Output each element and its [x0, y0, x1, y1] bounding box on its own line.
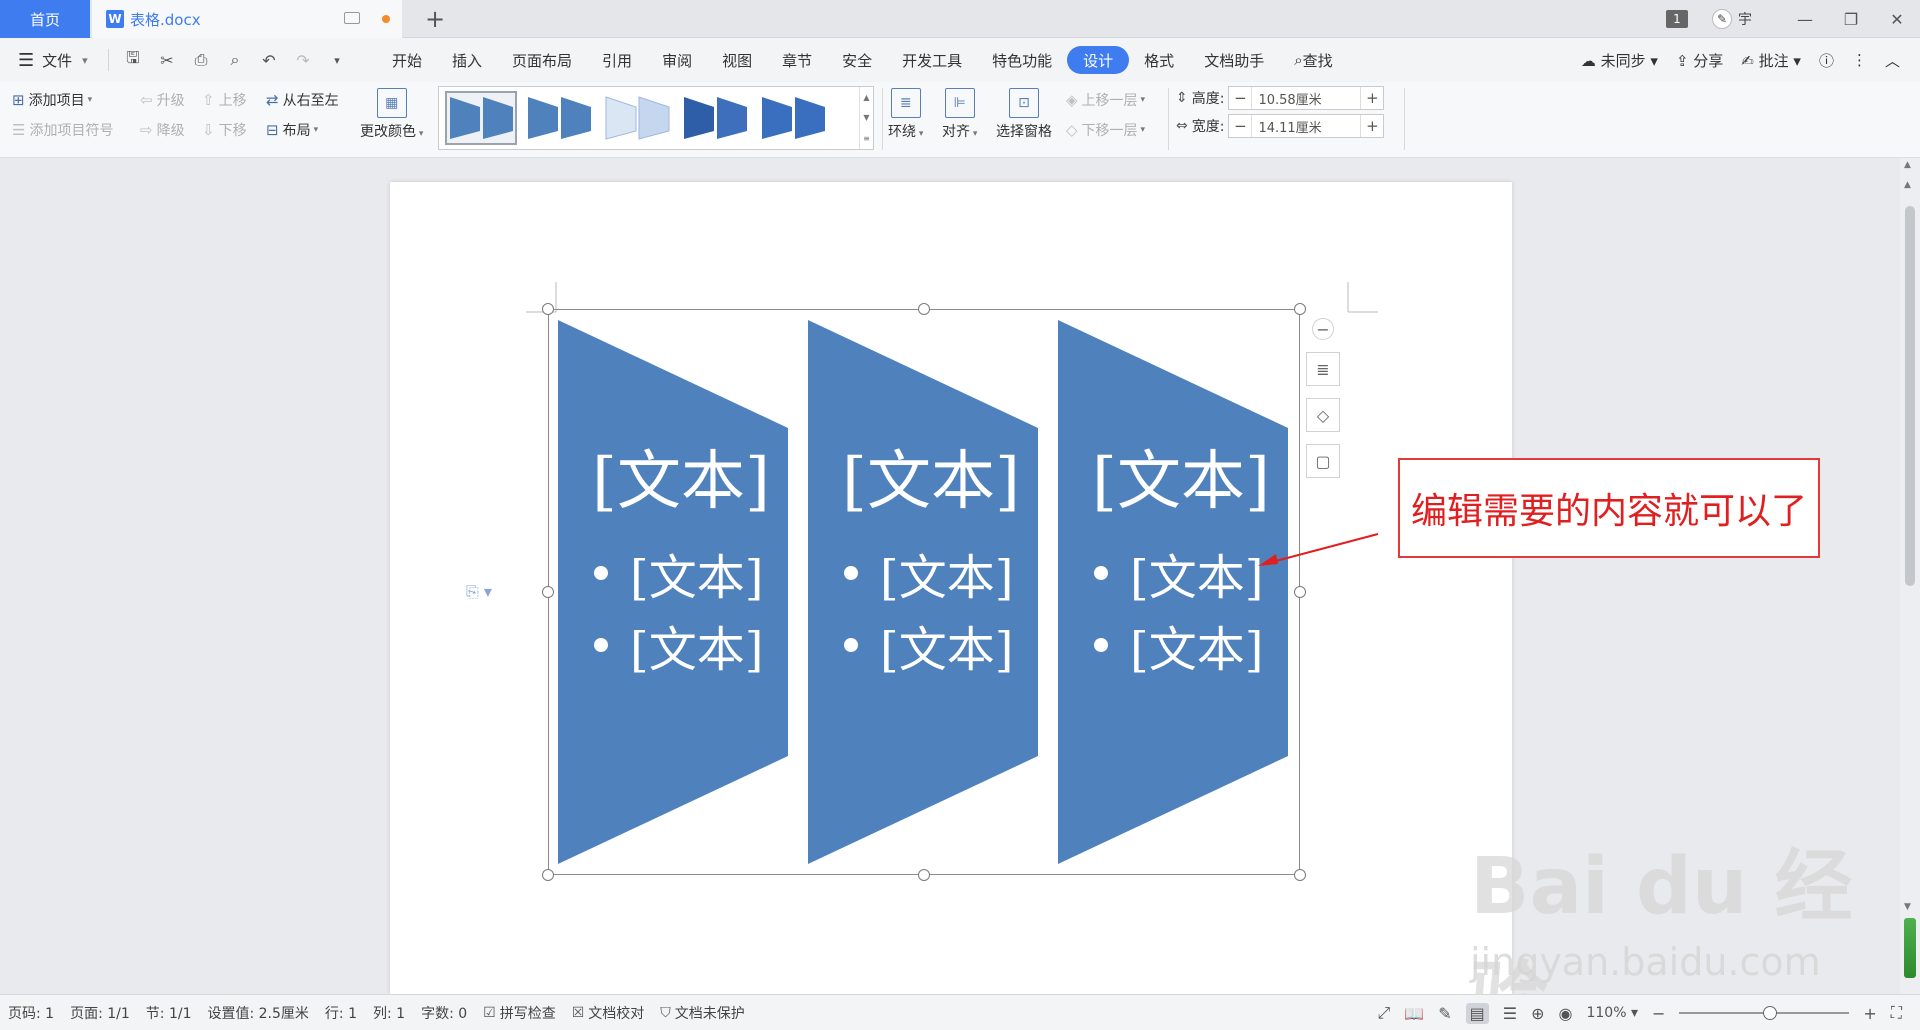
- resize-handle-top-right[interactable]: [1294, 303, 1306, 315]
- shape-bullet-text: [文本]: [1130, 622, 1264, 678]
- zoom-out-icon[interactable]: −: [1652, 1004, 1665, 1023]
- annotation-arrow: [1258, 533, 1379, 566]
- shape-bullet-text: [文本]: [630, 622, 764, 678]
- anchor-icon[interactable]: ⎘ ▾: [466, 582, 492, 602]
- shape-bullet-text: [文本]: [880, 622, 1014, 678]
- bullet-dot-icon: [844, 566, 858, 580]
- zoom-slider[interactable]: [1679, 1006, 1850, 1020]
- resize-handle-left[interactable]: [542, 586, 554, 598]
- shape-bullet-item[interactable]: [文本]: [844, 610, 1013, 680]
- eye-protect-icon[interactable]: ◉: [1559, 1004, 1573, 1023]
- smartart-shape-3[interactable]: [文本] [文本] [文本]: [1058, 320, 1288, 864]
- spell-check-icon: ☑: [483, 1004, 496, 1021]
- collapse-icon[interactable]: −: [1312, 318, 1334, 340]
- bullet-dot-icon: [594, 638, 608, 652]
- shape-title[interactable]: [文本]: [842, 430, 1020, 522]
- shape-title[interactable]: [文本]: [1092, 430, 1270, 522]
- status-row[interactable]: 行: 1: [317, 1003, 365, 1023]
- protect-label: 文档未保护: [674, 1005, 745, 1022]
- shape-bullet-item[interactable]: [文本]: [594, 610, 763, 680]
- resize-handle-bottom-left[interactable]: [542, 869, 554, 881]
- doc-check-icon: ☒: [571, 1004, 585, 1021]
- zoom-value: 110%: [1586, 1005, 1627, 1021]
- resize-handle-right[interactable]: [1294, 586, 1306, 598]
- scroll-up-icon[interactable]: ▲: [1904, 160, 1911, 170]
- scroll-thumb[interactable]: [1905, 206, 1915, 586]
- resize-handle-top[interactable]: [918, 303, 930, 315]
- fit-window-icon[interactable]: ⛶: [1891, 1003, 1902, 1023]
- protect-button[interactable]: ⛉ 文档未保护: [652, 1003, 753, 1023]
- spell-check-button[interactable]: ☑ 拼写检查: [475, 1003, 564, 1023]
- status-col[interactable]: 列: 1: [365, 1003, 413, 1023]
- shape-title[interactable]: [文本]: [592, 430, 770, 522]
- outline-icon[interactable]: ▢: [1306, 444, 1340, 478]
- bullet-dot-icon: [844, 638, 858, 652]
- fullscreen-icon[interactable]: ⤢: [1377, 1003, 1390, 1023]
- watermark-url: jingyan.baidu.com: [1470, 940, 1821, 984]
- resize-handle-top-left[interactable]: [542, 303, 554, 315]
- outline-view-icon[interactable]: ☰: [1503, 1004, 1517, 1023]
- shape-bullet-item[interactable]: [文本]: [844, 538, 1013, 608]
- shape-bullet-item[interactable]: [文本]: [594, 538, 763, 608]
- smartart-shape-1[interactable]: [文本] [文本] [文本]: [558, 320, 788, 864]
- web-view-icon[interactable]: ⊕: [1531, 1004, 1544, 1023]
- page-view-icon[interactable]: ▤: [1465, 1002, 1489, 1024]
- scroll-prev-page-icon[interactable]: ▲: [1904, 180, 1911, 190]
- bullet-dot-icon: [1094, 566, 1108, 580]
- spell-check-label: 拼写检查: [499, 1005, 556, 1022]
- annotation-text: 编辑需要的内容就可以了: [1410, 491, 1807, 532]
- status-word-count[interactable]: 字数: 0: [413, 1003, 475, 1023]
- reading-mode-icon[interactable]: 📖: [1404, 1004, 1424, 1023]
- status-section[interactable]: 节: 1/1: [138, 1003, 200, 1023]
- resize-handle-bottom[interactable]: [918, 869, 930, 881]
- resize-handle-bottom-right[interactable]: [1294, 869, 1306, 881]
- annotation-callout: 编辑需要的内容就可以了: [1398, 458, 1820, 558]
- status-page-code[interactable]: 页码: 1: [0, 1003, 62, 1023]
- write-mode-icon[interactable]: ✎: [1438, 1004, 1451, 1023]
- shape-bullet-item[interactable]: [文本]: [1094, 538, 1263, 608]
- shield-icon: ⛉: [660, 1004, 671, 1021]
- bullet-dot-icon: [1094, 638, 1108, 652]
- shape-bullet-item[interactable]: [文本]: [1094, 610, 1263, 680]
- smartart-shape-2[interactable]: [文本] [文本] [文本]: [808, 320, 1038, 864]
- status-setting[interactable]: 设置值: 2.5厘米: [199, 1003, 316, 1023]
- shape-bullet-text: [文本]: [1130, 550, 1264, 606]
- shape-bullet-text: [文本]: [630, 550, 764, 606]
- bullet-dot-icon: [594, 566, 608, 580]
- zoom-level[interactable]: 110% ▾: [1586, 1005, 1638, 1021]
- zoom-in-icon[interactable]: +: [1863, 1004, 1876, 1023]
- doc-check-label: 文档校对: [588, 1005, 645, 1022]
- status-pages[interactable]: 页面: 1/1: [62, 1003, 138, 1023]
- status-bar: 页码: 1 页面: 1/1 节: 1/1 设置值: 2.5厘米 行: 1 列: …: [0, 994, 1920, 1030]
- doc-check-button[interactable]: ☒ 文档校对: [564, 1003, 653, 1023]
- layout-options-icon[interactable]: ≣: [1306, 352, 1340, 386]
- zoom-slider-knob[interactable]: [1763, 1006, 1778, 1020]
- smartart-side-toolbar: − ≣ ◇ ▢: [1306, 318, 1340, 478]
- fill-icon[interactable]: ◇: [1306, 398, 1340, 432]
- shape-bullet-text: [文本]: [880, 550, 1014, 606]
